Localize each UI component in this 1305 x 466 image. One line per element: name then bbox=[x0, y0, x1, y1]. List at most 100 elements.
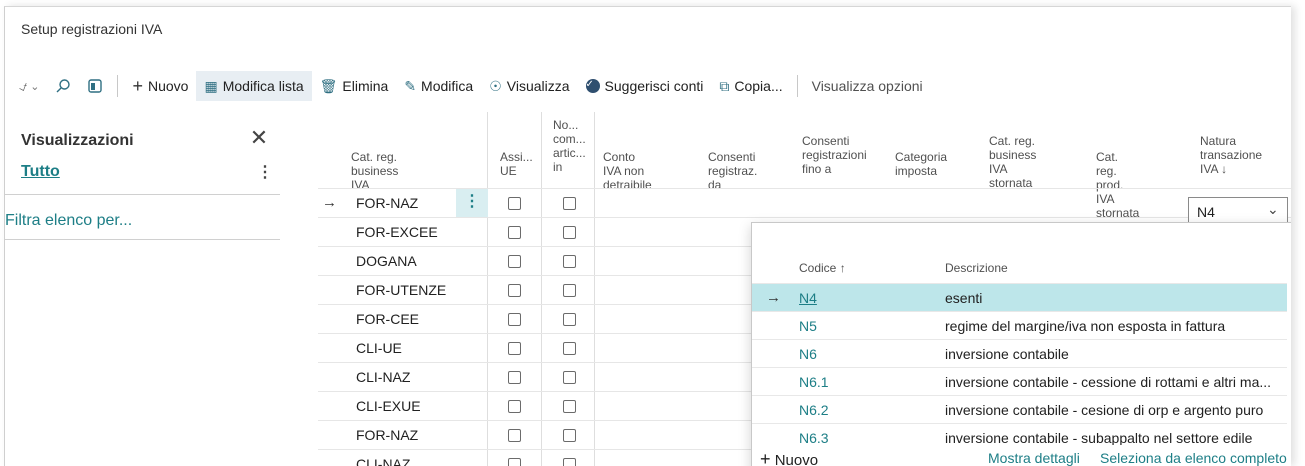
select-full-list-link[interactable]: Seleziona da elenco completo bbox=[1100, 450, 1287, 466]
checkbox-no-com-artic[interactable] bbox=[563, 371, 576, 384]
more-options-icon[interactable]: ⋮ bbox=[257, 162, 273, 182]
header-natura-transazione[interactable]: Natura transazione IVA ↓ bbox=[1200, 134, 1262, 176]
view-label: Visualizza bbox=[506, 78, 570, 94]
delete-button[interactable]: 🗑︎ Elimina bbox=[312, 71, 397, 101]
dropdown-header-code[interactable]: Codice ↑ bbox=[799, 261, 846, 275]
new-label: Nuovo bbox=[774, 452, 819, 466]
search-icon bbox=[56, 79, 71, 93]
checkbox-assi-ue[interactable] bbox=[508, 284, 521, 297]
checkbox-no-com-artic[interactable] bbox=[563, 197, 576, 210]
selected-arrow-icon: → bbox=[766, 289, 781, 306]
checkbox-assi-ue[interactable] bbox=[508, 255, 521, 268]
filter-list-link[interactable]: Filtra elenco per... bbox=[5, 212, 132, 230]
checkbox-no-com-artic[interactable] bbox=[563, 458, 576, 466]
header-cat-reg-business[interactable]: Cat. reg. business IVA bbox=[351, 150, 398, 192]
option-code[interactable]: N6 bbox=[799, 346, 817, 362]
checkbox-no-com-artic[interactable] bbox=[563, 284, 576, 297]
header-line: Natura bbox=[1200, 134, 1237, 148]
option-code[interactable]: N5 bbox=[799, 318, 817, 334]
header-line: No... bbox=[553, 118, 579, 132]
toolbar-separator bbox=[796, 75, 798, 97]
dropdown-option[interactable]: N5 regime del margine/iva non esposta in … bbox=[752, 311, 1287, 339]
checkbox-no-com-artic[interactable] bbox=[563, 313, 576, 326]
header-cat-reg-business-stornata[interactable]: Cat. reg. business IVA stornata bbox=[989, 134, 1036, 190]
dropdown-option[interactable]: N6.2 inversione contabile - cesione di or… bbox=[752, 395, 1287, 423]
view-options-button[interactable]: Visualizza opzioni bbox=[804, 71, 931, 101]
views-heading: Visualizzazioni bbox=[21, 132, 134, 149]
pencil-icon: ✎ bbox=[404, 77, 417, 94]
cell-business-code[interactable]: FOR-NAZ bbox=[356, 189, 418, 217]
delete-label: Elimina bbox=[342, 78, 389, 94]
suggest-accounts-button[interactable]: ✓ Suggerisci conti bbox=[578, 71, 712, 101]
checkbox-assi-ue[interactable] bbox=[508, 371, 521, 384]
checkbox-assi-ue[interactable] bbox=[508, 342, 521, 355]
header-line: Assi... bbox=[500, 150, 533, 164]
view-all-link[interactable]: Tutto bbox=[21, 163, 60, 181]
checkbox-no-com-artic[interactable] bbox=[563, 429, 576, 442]
header-line: Categoria bbox=[895, 150, 948, 164]
edit-list-button[interactable]: ▦ Modifica lista bbox=[196, 71, 312, 101]
row-actions-icon[interactable]: ⋮ bbox=[456, 189, 488, 217]
header-consenti-fino-a[interactable]: Consenti registrazioni fino a bbox=[802, 134, 867, 176]
new-label: Nuovo bbox=[148, 78, 189, 94]
cell-business-code[interactable]: FOR-EXCEE bbox=[356, 218, 438, 246]
checkbox-assi-ue[interactable] bbox=[508, 458, 521, 466]
current-row-arrow-icon: → bbox=[322, 194, 337, 211]
cell-business-code[interactable]: CLI-EXUE bbox=[356, 392, 421, 420]
edit-button[interactable]: ✎ Modifica bbox=[396, 71, 481, 101]
option-code[interactable]: N4 bbox=[799, 290, 817, 306]
view-button[interactable]: ☉ Visualizza bbox=[481, 71, 577, 101]
cell-business-code[interactable]: FOR-CEE bbox=[356, 305, 419, 333]
cell-business-code[interactable]: CLI-NAZ bbox=[356, 363, 410, 391]
scroll-up-icon[interactable]: ▲ bbox=[1290, 287, 1291, 298]
scrollbar[interactable]: ▲ ▼ bbox=[1287, 283, 1291, 443]
chevron-down-icon[interactable]: ⌄ bbox=[1267, 201, 1279, 218]
cell-business-code[interactable]: DOGANA bbox=[356, 247, 417, 275]
cell-business-code[interactable]: FOR-NAZ bbox=[356, 421, 418, 449]
table-row[interactable]: → FOR-NAZ ⋮ bbox=[318, 188, 1291, 217]
select-value: N4 bbox=[1197, 204, 1215, 220]
checkbox-no-com-artic[interactable] bbox=[563, 226, 576, 239]
action-bar: ⍻ ⌄ + Nuovo ▦ Modifica lista 🗑︎ Elimina … bbox=[5, 71, 1291, 101]
option-code[interactable]: N6.1 bbox=[799, 374, 829, 390]
header-categoria-imposta[interactable]: Categoria imposta bbox=[895, 150, 947, 178]
cell-business-code[interactable]: FOR-UTENZE bbox=[356, 276, 446, 304]
header-line: Cat. reg. prod. bbox=[1096, 150, 1124, 192]
checkbox-no-com-artic[interactable] bbox=[563, 400, 576, 413]
header-line: transazione bbox=[1200, 148, 1263, 162]
option-code[interactable]: N6.2 bbox=[799, 402, 829, 418]
close-icon[interactable]: ✕ bbox=[249, 126, 269, 150]
dropdown-header-desc[interactable]: Descrizione bbox=[945, 261, 1008, 275]
copy-label: Copia... bbox=[734, 78, 783, 94]
search-button[interactable] bbox=[47, 71, 79, 101]
checkbox-no-com-artic[interactable] bbox=[563, 255, 576, 268]
header-conto-iva[interactable]: Conto IVA non detraibile bbox=[603, 150, 652, 192]
checkbox-no-com-artic[interactable] bbox=[563, 342, 576, 355]
header-assi-ue[interactable]: Assi... UE bbox=[500, 150, 533, 178]
tell-me-menu[interactable]: ⍻ ⌄ bbox=[5, 71, 47, 101]
header-no-com-artic[interactable]: No... com... artic... in bbox=[553, 118, 586, 174]
view-options-label: Visualizza opzioni bbox=[811, 78, 923, 94]
header-line: Consenti bbox=[708, 150, 756, 164]
checkbox-assi-ue[interactable] bbox=[508, 226, 521, 239]
dropdown-option[interactable]: N6 inversione contabile bbox=[752, 339, 1287, 367]
dropdown-option[interactable]: → N4 esenti bbox=[752, 283, 1287, 311]
checkbox-assi-ue[interactable] bbox=[508, 429, 521, 442]
header-line: Consenti bbox=[802, 134, 850, 148]
scroll-down-icon[interactable]: ▼ bbox=[1290, 423, 1291, 434]
checkbox-assi-ue[interactable] bbox=[508, 400, 521, 413]
header-consenti-da[interactable]: Consenti registraz. da bbox=[708, 150, 757, 192]
new-button[interactable]: + Nuovo bbox=[124, 71, 196, 101]
plus-icon: + bbox=[760, 449, 771, 466]
cell-business-code[interactable]: CLI-NAZ bbox=[356, 450, 410, 466]
checkbox-assi-ue[interactable] bbox=[508, 197, 521, 210]
cell-business-code[interactable]: CLI-UE bbox=[356, 334, 402, 362]
toolbar-separator bbox=[117, 75, 119, 97]
copy-button[interactable]: ⧉ Copia... bbox=[711, 71, 790, 101]
dropdown-new-button[interactable]: + Nuovo bbox=[760, 449, 818, 466]
dropdown-option[interactable]: N6.1 inversione contabile - cessione di r… bbox=[752, 367, 1287, 395]
show-details-link[interactable]: Mostra dettagli bbox=[988, 450, 1080, 466]
option-code[interactable]: N6.3 bbox=[799, 430, 829, 446]
checkbox-assi-ue[interactable] bbox=[508, 313, 521, 326]
filter-pane-button[interactable] bbox=[79, 71, 111, 101]
